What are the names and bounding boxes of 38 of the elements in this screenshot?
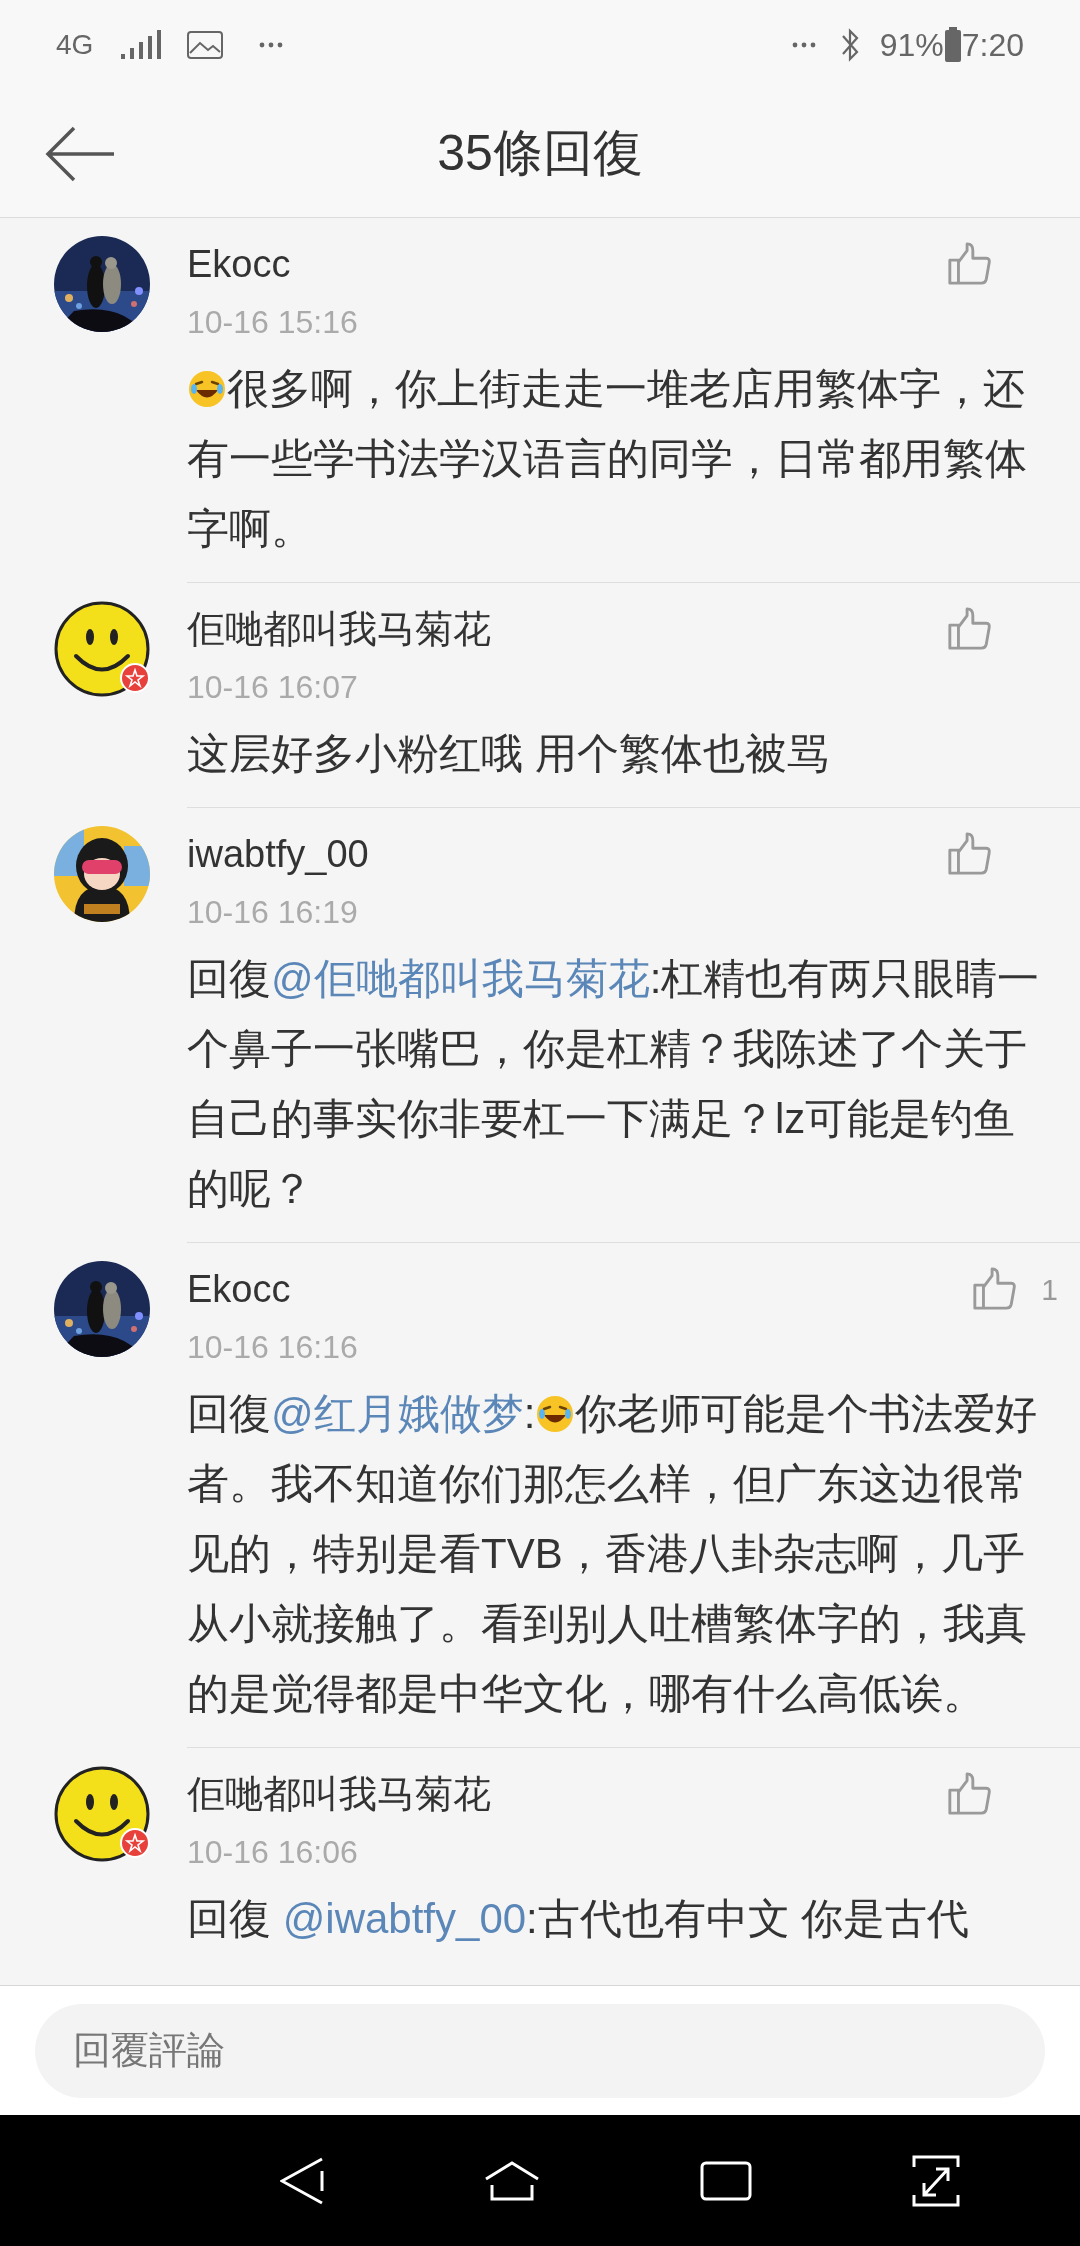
comment-text: 回復@红月娥做梦: 你老师可能是个书法爱好者。我不知道你们那怎么样，但广东这边很常见的，特别是看TVB，香港八卦杂志啊，几乎从小就接触了。看到别人吐槽繁体字的，我真的是觉得都是中华文化，哪有什么高低诶。 <box>187 1389 1039 1719</box>
thumbs-up-icon[interactable] <box>946 1771 992 1817</box>
bluetooth-icon <box>839 27 860 63</box>
laughing-emoji-icon <box>187 369 227 409</box>
clock: 7:20 <box>961 26 1024 65</box>
comment-date: 10-16 16:06 <box>187 1833 358 1872</box>
page-title: 35條回復 <box>437 124 643 183</box>
image-icon <box>187 31 224 59</box>
username[interactable]: 佢哋都叫我马菊花 <box>187 600 491 658</box>
thumbs-up-icon[interactable] <box>971 1266 1018 1312</box>
laughing-emoji-icon <box>535 1394 576 1434</box>
comment-date: 10-16 16:16 <box>187 1328 358 1367</box>
expand-icon[interactable] <box>912 2154 960 2207</box>
comment-text: 这层好多小粉红哦 用个繁体也被骂 <box>187 729 830 779</box>
more-icon <box>259 42 284 48</box>
more-icon <box>791 42 816 48</box>
signal-icon <box>121 30 162 60</box>
username[interactable]: 佢哋都叫我马菊花 <box>187 1765 491 1823</box>
username[interactable]: Ekocc <box>187 1260 291 1318</box>
battery-percent: 91% <box>879 26 944 65</box>
back-nav-icon[interactable] <box>280 2156 324 2205</box>
comment-text: 回復 @iwabtfy_00:古代也有中文 你是古代 <box>187 1894 971 1944</box>
username[interactable]: Ekocc <box>187 235 291 293</box>
network-type: 4G <box>56 28 94 62</box>
back-arrow-icon <box>44 125 116 182</box>
thumbs-up-icon[interactable] <box>946 241 992 287</box>
battery-icon <box>943 27 962 63</box>
reply-field[interactable]: 回覆評論 <box>35 2003 1045 2098</box>
thumbs-up-icon[interactable] <box>946 831 992 877</box>
comment-date: 10-16 16:07 <box>187 668 358 707</box>
comment-date: 10-16 15:16 <box>187 303 358 342</box>
thumbs-up-icon[interactable] <box>946 606 992 652</box>
recents-nav-icon[interactable] <box>700 2160 752 2201</box>
username[interactable]: iwabtfy_00 <box>187 825 369 883</box>
comment-text: 回復@佢哋都叫我马菊花:杠精也有两只眼睛一个鼻子一张嘴巴，你是杠精？我陈述了个关于自己的事实你非要杠一下满足？lz可能是钓鱼的呢？ <box>187 954 1041 1214</box>
comment-date: 10-16 16:19 <box>187 893 358 932</box>
comment-text: 很多啊，你上街走走一堆老店用繁体字，还有一些学书法学汉语言的同学，日常都用繁体字啊。 <box>187 364 1028 554</box>
like-count: 1 <box>1041 1271 1058 1308</box>
